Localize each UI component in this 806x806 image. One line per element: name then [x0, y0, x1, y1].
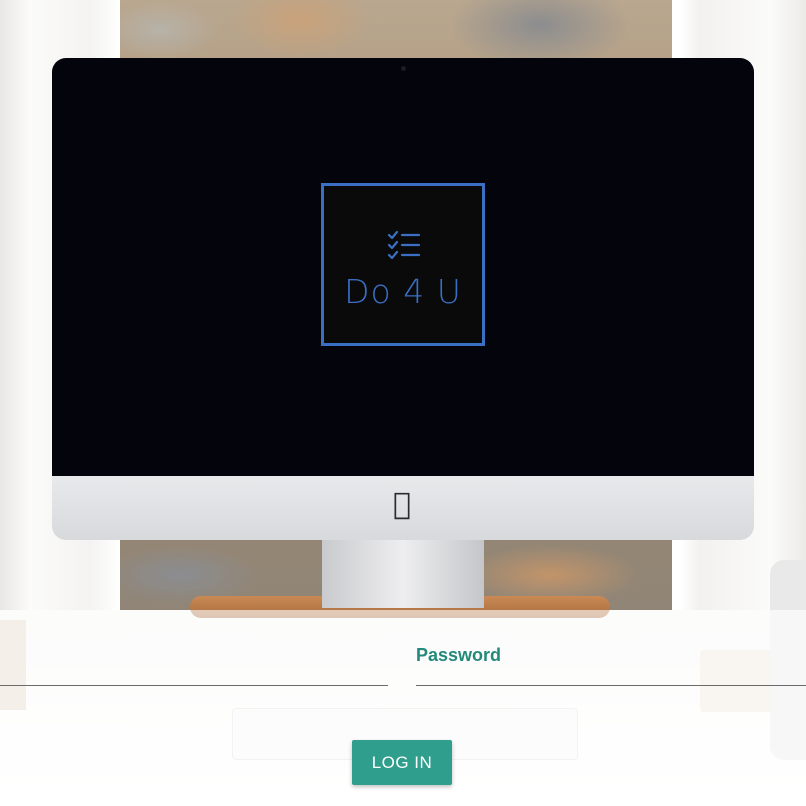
app-logo-text: Do 4 U: [344, 272, 462, 311]
checklist-icon: [387, 230, 421, 260]
password-label: Password: [416, 645, 502, 665]
login-page:  Do 4 U Password LOG IN: [0, 0, 806, 806]
camera-dot: [401, 66, 406, 71]
apple-icon: : [388, 486, 416, 522]
monitor-stand: [322, 540, 484, 608]
email-field[interactable]: [0, 650, 388, 686]
login-button[interactable]: LOG IN: [352, 740, 452, 785]
app-logo: Do 4 U: [321, 183, 485, 346]
